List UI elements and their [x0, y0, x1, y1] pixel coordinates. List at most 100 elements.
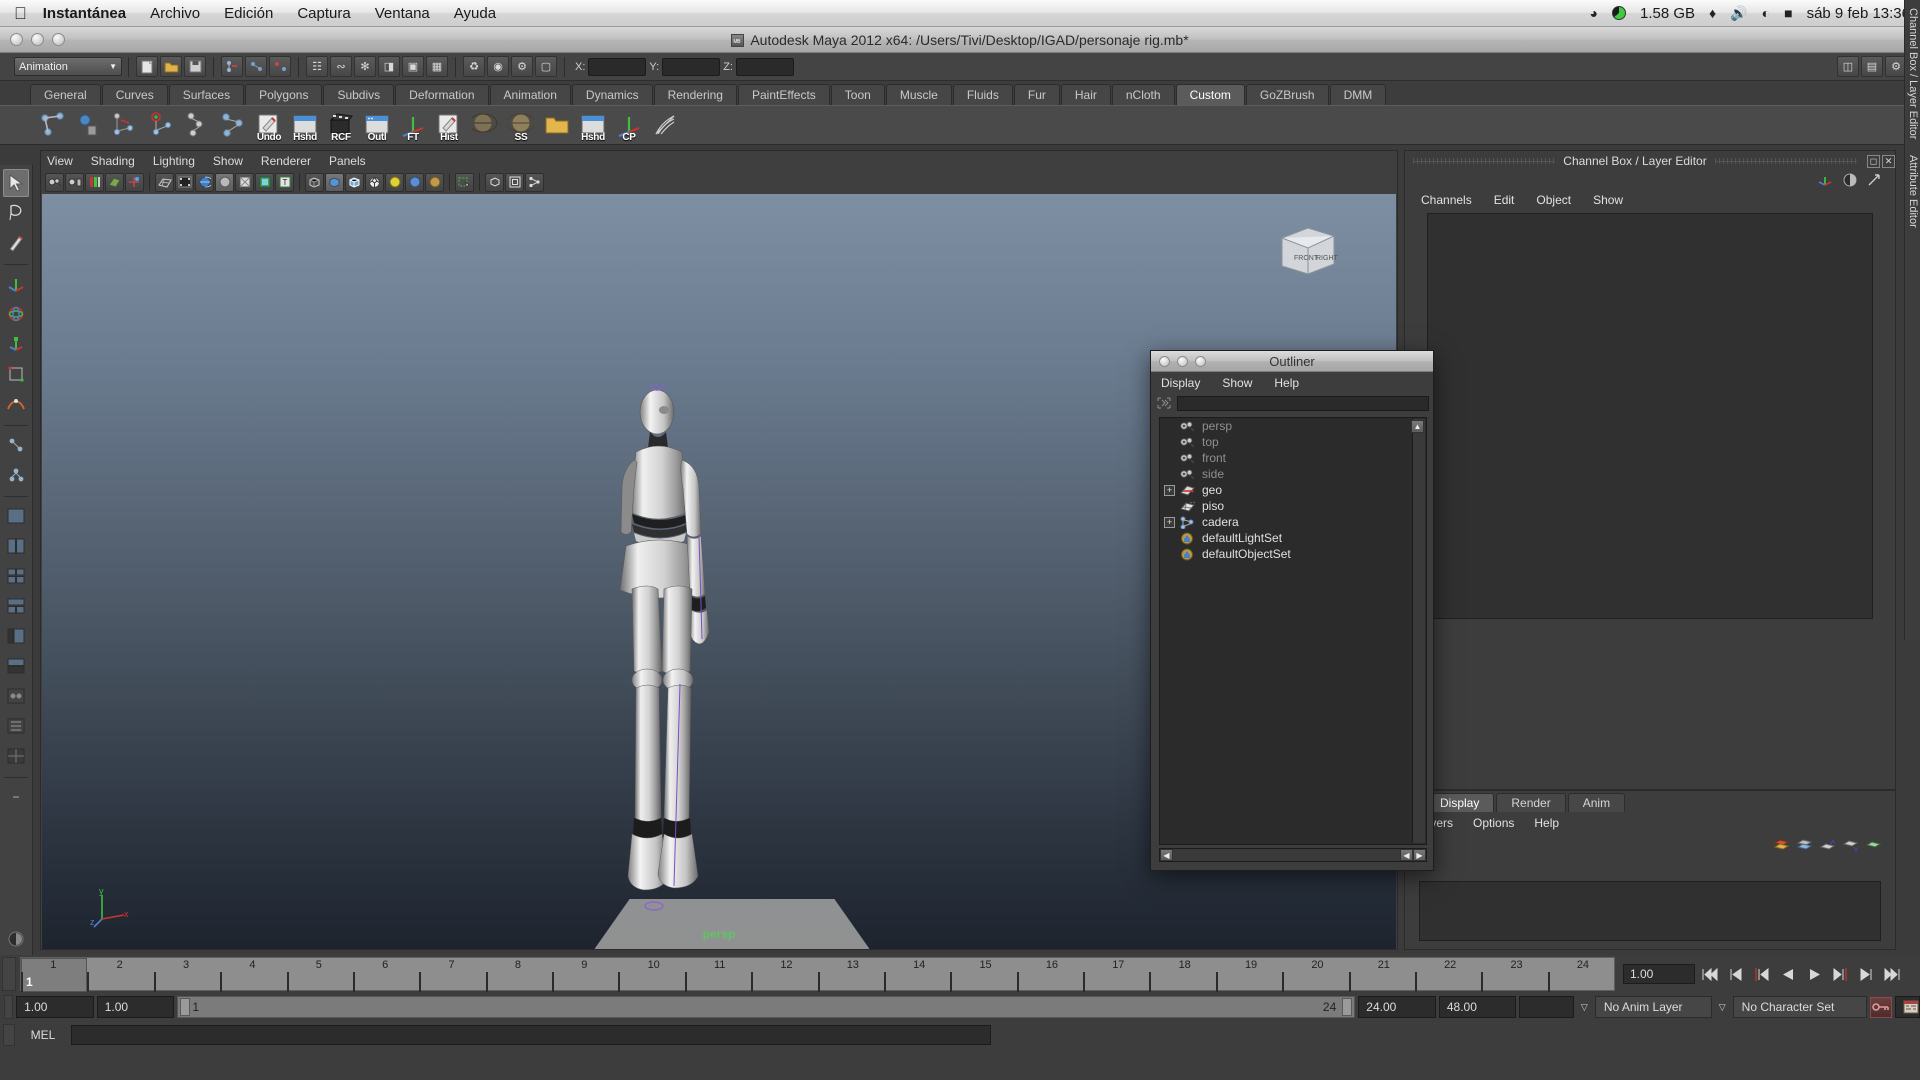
shelf-tab-muscle[interactable]: Muscle	[885, 84, 952, 105]
textured-shading-icon[interactable]	[365, 172, 384, 192]
character-set-selector[interactable]: No Character Set	[1732, 996, 1868, 1018]
wifi-scan-icon[interactable]: ◕	[1590, 5, 1598, 21]
layout-uv-icon[interactable]	[3, 742, 29, 770]
channel-box-menu-edit[interactable]: Edit	[1494, 193, 1515, 207]
layout-single-icon[interactable]	[3, 502, 29, 530]
two-d-pan-zoom-icon[interactable]	[125, 172, 144, 192]
new-scene-button[interactable]	[136, 56, 158, 77]
shelf-tab-polygons[interactable]: Polygons	[245, 84, 323, 105]
shelf-tab-custom[interactable]: Custom	[1175, 84, 1245, 105]
coord-z-input[interactable]	[735, 57, 794, 76]
shelf-tab-gozbrush[interactable]: GoZBrush	[1245, 84, 1329, 105]
playback-speed-field[interactable]	[1519, 996, 1574, 1018]
exposure-icon[interactable]	[505, 172, 524, 192]
shelf-tab-dynamics[interactable]: Dynamics	[571, 84, 653, 105]
layer-tab-render[interactable]: Render	[1496, 792, 1566, 812]
shelf-tab-animation[interactable]: Animation	[489, 84, 571, 105]
hypershade-button[interactable]: ▢	[535, 56, 557, 77]
channel-box-menu-show[interactable]: Show	[1593, 193, 1623, 207]
time-slider-grip[interactable]	[2, 957, 16, 991]
attribute-editor-icon[interactable]	[1867, 173, 1881, 187]
shelf-tab-subdivs[interactable]: Subdivs	[323, 84, 395, 105]
smooth-shade-button[interactable]: SS	[504, 107, 538, 143]
hardware-shading2-button[interactable]: Hshd	[576, 107, 610, 143]
anim-layer-selector[interactable]: No Anim Layer	[1594, 996, 1712, 1018]
outliner-item[interactable]: front	[1160, 450, 1426, 466]
range-right-handle[interactable]	[1342, 998, 1353, 1016]
shelf-tab-general[interactable]: General	[30, 84, 101, 105]
go-to-start-icon[interactable]	[1699, 964, 1721, 984]
light-all-icon[interactable]	[425, 172, 444, 192]
snap-to-uv-button[interactable]: ▦	[426, 56, 448, 77]
command-line-grip[interactable]	[3, 1024, 15, 1046]
panel-grip[interactable]	[1413, 158, 1556, 164]
display-textures-icon[interactable]	[255, 172, 274, 192]
menu-archivo[interactable]: Archivo	[150, 5, 200, 22]
image-plane-icon[interactable]	[105, 172, 124, 192]
new-layer-icon[interactable]	[1774, 839, 1789, 852]
step-back-frame-icon[interactable]	[1751, 964, 1773, 984]
viewport-menu-view[interactable]: View	[47, 154, 73, 168]
volume-icon[interactable]: 🔊	[1730, 5, 1747, 22]
joint-tool-icon[interactable]	[216, 107, 250, 143]
layout-four-panes-icon[interactable]	[3, 562, 29, 590]
channel-box-menu-object[interactable]: Object	[1536, 193, 1571, 207]
shaded-wireframe-icon[interactable]	[345, 172, 364, 192]
select-by-object-button[interactable]	[245, 56, 267, 77]
layer-menu-icon[interactable]	[1866, 839, 1881, 852]
viewport-menu-renderer[interactable]: Renderer	[261, 154, 311, 168]
connect-joints-icon[interactable]	[36, 107, 70, 143]
outliner-item[interactable]: piso	[1160, 498, 1426, 514]
wireframe-shading-icon[interactable]	[305, 172, 324, 192]
battery-pie-icon[interactable]	[1612, 5, 1626, 21]
menu-edicion[interactable]: Edición	[224, 5, 273, 22]
input-source-icon[interactable]: ■	[1784, 5, 1792, 21]
viewport-menu-show[interactable]: Show	[213, 154, 243, 168]
layout-relationship-icon[interactable]	[3, 712, 29, 740]
select-by-component-button[interactable]	[269, 56, 291, 77]
shelf-tab-fur[interactable]: Fur	[1013, 84, 1060, 105]
outliner-item[interactable]: side	[1160, 466, 1426, 482]
shadows-icon[interactable]	[455, 172, 474, 192]
open-scene-button[interactable]	[160, 56, 182, 77]
outliner-item[interactable]: + cadera	[1160, 514, 1426, 530]
menu-ayuda[interactable]: Ayuda	[454, 5, 496, 22]
hardware-shading-button[interactable]: Hshd	[288, 107, 322, 143]
range-slider-grip[interactable]	[4, 995, 14, 1019]
outliner-item[interactable]: + geo	[1160, 482, 1426, 498]
parent-icon[interactable]	[108, 107, 142, 143]
apple-menu-icon[interactable]: 	[14, 5, 27, 22]
text-toggle-icon[interactable]: T	[275, 172, 294, 192]
camera-attributes-icon[interactable]	[65, 172, 84, 192]
layer-menu-help[interactable]: Help	[1534, 816, 1559, 830]
select-tool-icon[interactable]	[3, 169, 29, 197]
layout-two-panes-icon[interactable]	[3, 532, 29, 560]
ipr-render-icon[interactable]	[195, 172, 214, 192]
menu-ventana[interactable]: Ventana	[375, 5, 430, 22]
layer-list[interactable]	[1419, 881, 1881, 941]
ik-handle-icon[interactable]	[144, 107, 178, 143]
step-back-key-icon[interactable]	[1725, 964, 1747, 984]
last-tool2-icon[interactable]	[3, 461, 29, 489]
show-attribute-editor-button[interactable]: ▤	[1861, 56, 1883, 77]
layout-outliner-persp-icon[interactable]	[3, 622, 29, 650]
show-channel-box-button[interactable]: ◫	[1837, 56, 1859, 77]
rotate-tool-icon[interactable]	[3, 300, 29, 328]
scroll-right-arrow-icon[interactable]: ▶	[1413, 849, 1426, 861]
outliner-menu-display[interactable]: Display	[1161, 376, 1200, 390]
coord-x-input[interactable]	[588, 57, 647, 76]
play-forwards-icon[interactable]	[1803, 964, 1825, 984]
restore-icon[interactable]: ◻	[1867, 154, 1881, 168]
play-backwards-icon[interactable]	[1777, 964, 1799, 984]
scroll-up-arrow-icon[interactable]: ▲	[1411, 420, 1424, 433]
shelf-tab-toon[interactable]: Toon	[830, 84, 885, 105]
outliner-vertical-scrollbar[interactable]: ▲	[1411, 419, 1425, 843]
expand-toggle-icon[interactable]: +	[1164, 484, 1175, 496]
film-gate-icon[interactable]	[175, 172, 194, 192]
command-input[interactable]	[71, 1025, 991, 1045]
render-settings-button[interactable]: ⚙	[511, 56, 533, 77]
outliner-search-input[interactable]	[1177, 395, 1429, 411]
move-tool-icon[interactable]	[3, 270, 29, 298]
layout-graph-persp-icon[interactable]	[3, 652, 29, 680]
shelf-tab-curves[interactable]: Curves	[101, 84, 168, 105]
